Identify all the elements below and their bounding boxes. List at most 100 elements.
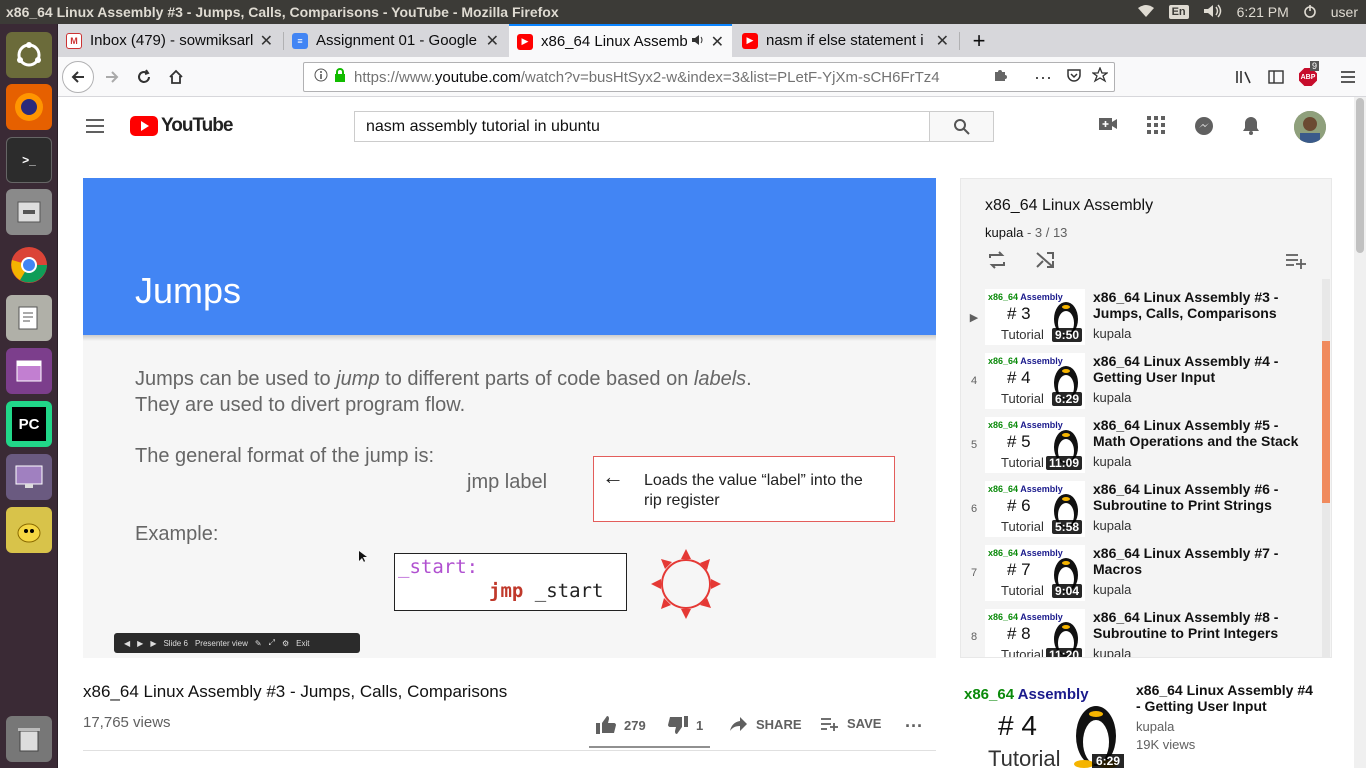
- view-count: 17,765 views: [83, 714, 171, 731]
- notifications-bell-icon[interactable]: [1242, 115, 1260, 140]
- home-button[interactable]: [162, 63, 190, 91]
- reload-button[interactable]: [130, 63, 158, 91]
- video-thumbnail[interactable]: x86_64 Assembly # 3 Tutorial 9:50: [985, 289, 1085, 345]
- app-window-icon[interactable]: [6, 348, 52, 394]
- play-slide-icon[interactable]: ▶: [137, 639, 143, 648]
- pycharm-icon[interactable]: PC: [6, 401, 52, 447]
- speaker-icon[interactable]: [691, 33, 705, 50]
- next-video-info[interactable]: x86_64 Linux Assembly #4 - Getting User …: [1136, 682, 1316, 752]
- ubuntu-dash-icon[interactable]: [6, 32, 52, 78]
- loop-icon[interactable]: [987, 251, 1007, 274]
- teapot-app-icon[interactable]: [6, 507, 52, 553]
- volume-icon[interactable]: [1203, 4, 1223, 21]
- playlist-item-channel: kupala: [1093, 454, 1132, 469]
- playlist-item[interactable]: 6 x86_64 Assembly # 6 Tutorial 5:58 x86_…: [961, 481, 1323, 545]
- guide-menu-icon[interactable]: [86, 119, 104, 133]
- pocket-icon[interactable]: [1066, 67, 1082, 87]
- terminal-icon[interactable]: >_: [6, 137, 52, 183]
- forward-button[interactable]: [98, 63, 126, 91]
- search-button[interactable]: [929, 111, 994, 142]
- adblock-plus-icon[interactable]: ABP 9: [1294, 61, 1322, 91]
- new-tab-button[interactable]: +: [962, 24, 996, 57]
- sidebar-icon[interactable]: [1262, 63, 1290, 91]
- slide-controls-bar[interactable]: ◀ ▶ ▶ Slide 6 Presenter view ✎ ⤢ ⚙ Exit: [114, 633, 360, 653]
- playlist-item-current[interactable]: ▶ x86_64 Assembly # 3 Tutorial 9:50 x86_…: [961, 289, 1323, 353]
- wifi-icon[interactable]: [1137, 4, 1155, 21]
- share-button[interactable]: SHARE: [730, 716, 802, 732]
- back-button[interactable]: [62, 61, 94, 93]
- playlist-item[interactable]: 4 x86_64 Assembly # 4 Tutorial 6:29 x86_…: [961, 353, 1323, 417]
- trash-icon[interactable]: [6, 716, 52, 762]
- apps-grid-icon[interactable]: [1147, 116, 1165, 139]
- tab-gmail[interactable]: M Inbox (479) - sowmiksarl ✕: [58, 24, 281, 57]
- menu-hamburger-icon[interactable]: [1334, 63, 1362, 91]
- settings-gear-icon[interactable]: ⚙: [282, 639, 289, 648]
- close-tab-icon[interactable]: ✕: [711, 32, 724, 52]
- presenter-view-link[interactable]: Presenter view: [195, 639, 248, 648]
- video-player[interactable]: Jumps Jumps can be used to jump to diffe…: [83, 178, 936, 658]
- keyboard-layout-indicator[interactable]: En: [1168, 5, 1189, 19]
- clock[interactable]: 6:21 PM: [1237, 4, 1289, 20]
- next-video-duration: 6:29: [1091, 754, 1124, 768]
- exit-link[interactable]: Exit: [296, 639, 309, 648]
- bookmark-star-icon[interactable]: [1091, 66, 1109, 87]
- messages-icon[interactable]: [1194, 116, 1214, 141]
- video-thumbnail[interactable]: x86_64 Assembly # 8 Tutorial 11:20: [985, 609, 1085, 657]
- video-thumbnail[interactable]: x86_64 Assembly # 7 Tutorial 9:04: [985, 545, 1085, 601]
- playlist-title[interactable]: x86_64 Linux Assembly: [985, 197, 1153, 215]
- playlist-item-title[interactable]: x86_64 Linux Assembly #5 - Math Operatio…: [1093, 417, 1313, 449]
- tab-youtube-active[interactable]: ▶ x86_64 Linux Assemb ✕: [509, 24, 732, 57]
- close-tab-icon[interactable]: ✕: [260, 31, 273, 51]
- info-icon[interactable]: [314, 68, 328, 86]
- text-editor-icon[interactable]: [6, 295, 52, 341]
- pen-icon[interactable]: ✎: [255, 639, 262, 648]
- next-slide-icon[interactable]: ▶: [150, 639, 156, 648]
- like-button[interactable]: 279: [596, 716, 646, 734]
- save-button[interactable]: SAVE: [821, 716, 881, 731]
- playlist-scroll-thumb[interactable]: [1322, 341, 1330, 503]
- playlist-item[interactable]: 5 x86_64 Assembly # 5 Tutorial 11:09 x86…: [961, 417, 1323, 481]
- more-actions-icon[interactable]: ···: [905, 716, 923, 737]
- video-thumbnail[interactable]: x86_64 Assembly # 6 Tutorial 5:58: [985, 481, 1085, 537]
- prev-slide-icon[interactable]: ◀: [124, 639, 130, 648]
- youtube-logo[interactable]: YouTube: [130, 115, 233, 137]
- playlist-item-title[interactable]: x86_64 Linux Assembly #3 - Jumps, Calls,…: [1093, 289, 1313, 321]
- page-scroll-thumb[interactable]: [1356, 98, 1364, 253]
- library-icon[interactable]: [1230, 63, 1258, 91]
- chrome-icon[interactable]: [6, 242, 52, 288]
- extension-puzzle-icon[interactable]: [992, 67, 1008, 87]
- playlist-item-title[interactable]: x86_64 Linux Assembly #8 - Subroutine to…: [1093, 609, 1313, 641]
- slide-number[interactable]: Slide 6: [163, 639, 187, 648]
- search-input[interactable]: nasm assembly tutorial in ubuntu: [354, 111, 930, 142]
- playlist-item[interactable]: 7 x86_64 Assembly # 7 Tutorial 9:04 x86_…: [961, 545, 1323, 609]
- next-video-title[interactable]: x86_64 Linux Assembly #4 - Getting User …: [1136, 682, 1316, 714]
- playlist-item-title[interactable]: x86_64 Linux Assembly #6 - Subroutine to…: [1093, 481, 1313, 513]
- playlist-item-title[interactable]: x86_64 Linux Assembly #7 - Macros: [1093, 545, 1313, 577]
- shuffle-icon[interactable]: [1035, 251, 1055, 274]
- playlist-item-title[interactable]: x86_64 Linux Assembly #4 - Getting User …: [1093, 353, 1313, 385]
- files-icon[interactable]: [6, 189, 52, 235]
- create-video-icon[interactable]: [1098, 116, 1118, 137]
- display-settings-icon[interactable]: [6, 454, 52, 500]
- dislike-button[interactable]: 1: [668, 716, 703, 734]
- next-video-thumbnail[interactable]: x86_64 Assembly # 4 Tutorial 6:29: [960, 682, 1128, 768]
- close-tab-icon[interactable]: ✕: [936, 31, 949, 51]
- tab-nasm-search[interactable]: ▶ nasm if else statement i ✕: [734, 24, 957, 57]
- firefox-icon[interactable]: [6, 84, 52, 130]
- user-menu[interactable]: user: [1331, 4, 1358, 20]
- page-actions-icon[interactable]: ···: [1034, 67, 1052, 88]
- url-bar[interactable]: https://www.youtube.com/watch?v=busHtSyx…: [303, 62, 1115, 92]
- playlist-position: 3 / 13: [1034, 225, 1068, 240]
- video-thumbnail[interactable]: x86_64 Assembly # 5 Tutorial 11:09: [985, 417, 1085, 473]
- video-thumbnail[interactable]: x86_64 Assembly # 4 Tutorial 6:29: [985, 353, 1085, 409]
- lock-icon[interactable]: [334, 68, 346, 86]
- power-icon[interactable]: [1303, 4, 1317, 21]
- close-tab-icon[interactable]: ✕: [486, 31, 499, 51]
- avatar[interactable]: [1294, 111, 1326, 143]
- slide-line-2: They are used to divert program flow.: [135, 394, 466, 416]
- playlist-item[interactable]: 8 x86_64 Assembly # 8 Tutorial 11:20 x86…: [961, 609, 1323, 657]
- fullscreen-icon[interactable]: ⤢: [269, 638, 275, 648]
- playlist-channel[interactable]: kupala: [985, 225, 1023, 240]
- save-playlist-icon[interactable]: [1286, 253, 1306, 274]
- tab-google-docs[interactable]: ≡ Assignment 01 - Google ✕: [284, 24, 507, 57]
